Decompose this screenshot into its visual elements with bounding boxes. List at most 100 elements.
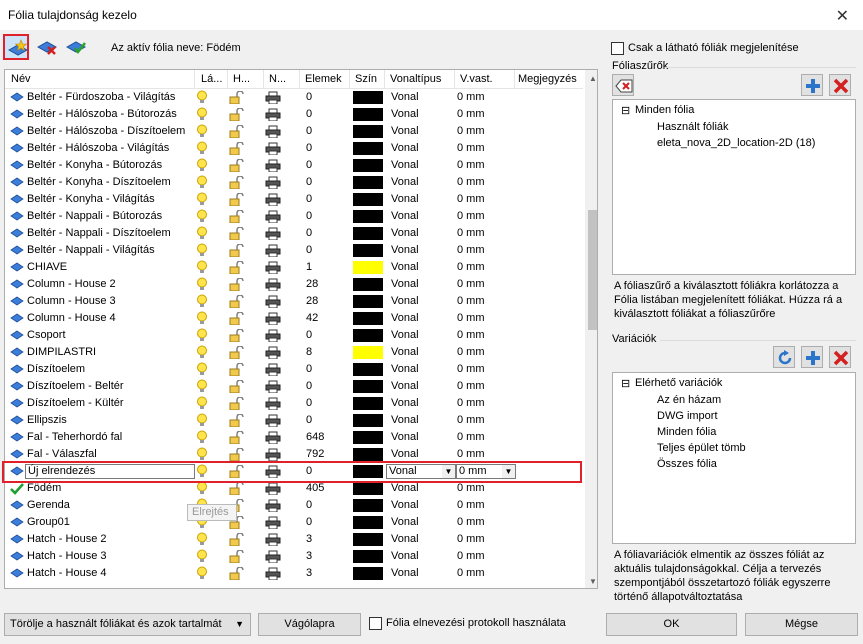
printer-icon[interactable]	[265, 431, 281, 447]
printer-icon[interactable]	[265, 516, 281, 532]
printer-icon[interactable]	[265, 244, 281, 260]
color-swatch[interactable]	[353, 550, 383, 563]
printer-icon[interactable]	[265, 91, 281, 107]
lock-icon[interactable]	[229, 345, 245, 362]
variation-refresh-button[interactable]	[773, 346, 795, 368]
printer-icon[interactable]	[265, 108, 281, 124]
variation-tree-item[interactable]: Minden fólia	[657, 426, 716, 438]
table-row[interactable]: Column - House 2 28 Vonal 0 mm	[5, 276, 583, 293]
filter-clear-button[interactable]	[612, 74, 634, 96]
tree-collapse-icon[interactable]: ⊟	[621, 377, 630, 390]
printer-icon[interactable]	[265, 125, 281, 141]
printer-icon[interactable]	[265, 295, 281, 311]
col-name[interactable]: Név	[11, 73, 31, 85]
lock-icon[interactable]	[229, 158, 245, 175]
color-swatch[interactable]	[353, 346, 383, 359]
color-swatch[interactable]	[353, 159, 383, 172]
lock-icon[interactable]	[229, 532, 245, 549]
printer-icon[interactable]	[265, 550, 281, 566]
color-swatch[interactable]	[353, 567, 383, 580]
table-row[interactable]: Ellipszis 0 Vonal 0 mm	[5, 412, 583, 429]
table-row[interactable]: Column - House 4 42 Vonal 0 mm	[5, 310, 583, 327]
table-row[interactable]: Csoport 0 Vonal 0 mm	[5, 327, 583, 344]
col-color[interactable]: Szín	[355, 73, 377, 85]
variation-tree[interactable]: ⊟ Elérhető variációk Az én házam DWG imp…	[612, 372, 856, 544]
color-swatch[interactable]	[353, 380, 383, 393]
printer-icon[interactable]	[265, 567, 281, 583]
delete-mode-select[interactable]: Törölje a használt fóliákat és azok tart…	[4, 613, 251, 636]
color-swatch[interactable]	[353, 431, 383, 444]
col-linetype[interactable]: Vonaltípus	[390, 73, 441, 85]
color-swatch[interactable]	[353, 448, 383, 461]
lock-icon[interactable]	[229, 430, 245, 447]
col-elements[interactable]: Elemek	[305, 73, 342, 85]
variation-tree-item[interactable]: Az én házam	[657, 394, 721, 406]
color-swatch[interactable]	[353, 295, 383, 308]
variation-tree-item[interactable]: Összes fólia	[657, 458, 717, 470]
color-swatch[interactable]	[353, 193, 383, 206]
table-row[interactable]: Beltér - Konyha - Világítás 0 Vonal 0 mm	[5, 191, 583, 208]
printer-icon[interactable]	[265, 261, 281, 277]
color-swatch[interactable]	[353, 533, 383, 546]
delete-layer-button[interactable]	[33, 34, 59, 60]
variation-tree-item[interactable]: Teljes épület tömb	[657, 442, 746, 454]
lock-icon[interactable]	[229, 192, 245, 209]
filter-tree-item[interactable]: Használt fóliák	[657, 121, 729, 133]
table-row[interactable]: Beltér - Konyha - Díszítoelem 0 Vonal 0 mm	[5, 174, 583, 191]
lock-icon[interactable]	[229, 311, 245, 328]
table-row[interactable]: Díszítoelem - Kültér 0 Vonal 0 mm	[5, 395, 583, 412]
filter-tree-root[interactable]: Minden fólia	[635, 104, 694, 116]
filter-delete-button[interactable]	[829, 74, 851, 96]
lock-icon[interactable]	[229, 413, 245, 430]
printer-icon[interactable]	[265, 482, 281, 498]
protocol-checkbox[interactable]	[369, 617, 382, 630]
color-swatch[interactable]	[353, 499, 383, 512]
variation-delete-button[interactable]	[829, 346, 851, 368]
filter-add-button[interactable]	[801, 74, 823, 96]
table-row[interactable]: Beltér - Nappali - Világítás 0 Vonal 0 mm	[5, 242, 583, 259]
close-icon[interactable]: ✕	[836, 6, 849, 26]
vertical-scrollbar[interactable]: ▲ ▼	[585, 70, 597, 588]
tree-collapse-icon[interactable]: ⊟	[621, 104, 630, 117]
variation-tree-root[interactable]: Elérhető variációk	[635, 377, 722, 389]
scroll-up-icon[interactable]: ▲	[589, 74, 597, 83]
printer-icon[interactable]	[265, 227, 281, 243]
scroll-thumb[interactable]	[588, 210, 597, 330]
color-swatch[interactable]	[353, 397, 383, 410]
color-swatch[interactable]	[353, 312, 383, 325]
printer-icon[interactable]	[265, 346, 281, 362]
col-visible[interactable]: Lá...	[201, 73, 222, 85]
printer-icon[interactable]	[265, 380, 281, 396]
table-row[interactable]: Hatch - House 2 3 Vonal 0 mm	[5, 531, 583, 548]
table-row[interactable]: Beltér - Konyha - Bútorozás 0 Vonal 0 mm	[5, 157, 583, 174]
layer-check-button[interactable]	[62, 34, 88, 60]
printer-icon[interactable]	[265, 176, 281, 192]
col-linewidth[interactable]: V.vast.	[460, 73, 493, 85]
lock-icon[interactable]	[229, 396, 245, 413]
lightbulb-icon[interactable]	[196, 566, 208, 584]
lock-icon[interactable]	[229, 379, 245, 396]
ok-button[interactable]: OK	[606, 613, 737, 636]
color-swatch[interactable]	[353, 227, 383, 240]
lock-icon[interactable]	[229, 90, 245, 107]
table-row[interactable]: Beltér - Hálószoba - Bútorozás 0 Vonal 0 mm	[5, 106, 583, 123]
lock-icon[interactable]	[229, 294, 245, 311]
table-row[interactable]: Díszítoelem 0 Vonal 0 mm	[5, 361, 583, 378]
table-row[interactable]: Beltér - Hálószoba - Díszítoelem 0 Vonal 0 …	[5, 123, 583, 140]
lock-icon[interactable]	[229, 566, 245, 583]
lock-icon[interactable]	[229, 328, 245, 345]
printer-icon[interactable]	[265, 397, 281, 413]
color-swatch[interactable]	[353, 244, 383, 257]
table-row[interactable]: Group01 0 Vonal 0 mm	[5, 514, 583, 531]
color-swatch[interactable]	[353, 278, 383, 291]
printer-icon[interactable]	[265, 533, 281, 549]
printer-icon[interactable]	[265, 414, 281, 430]
lock-icon[interactable]	[229, 481, 245, 498]
printer-icon[interactable]	[265, 278, 281, 294]
lock-icon[interactable]	[229, 362, 245, 379]
variation-tree-item[interactable]: DWG import	[657, 410, 718, 422]
table-row[interactable]: CHIAVE 1 Vonal 0 mm	[5, 259, 583, 276]
visible-only-checkbox[interactable]	[611, 42, 624, 55]
table-row[interactable]: Beltér - Hálószoba - Világítás 0 Vonal 0 mm	[5, 140, 583, 157]
filter-tree-item[interactable]: eleta_nova_2D_location-2D (18)	[657, 137, 815, 149]
